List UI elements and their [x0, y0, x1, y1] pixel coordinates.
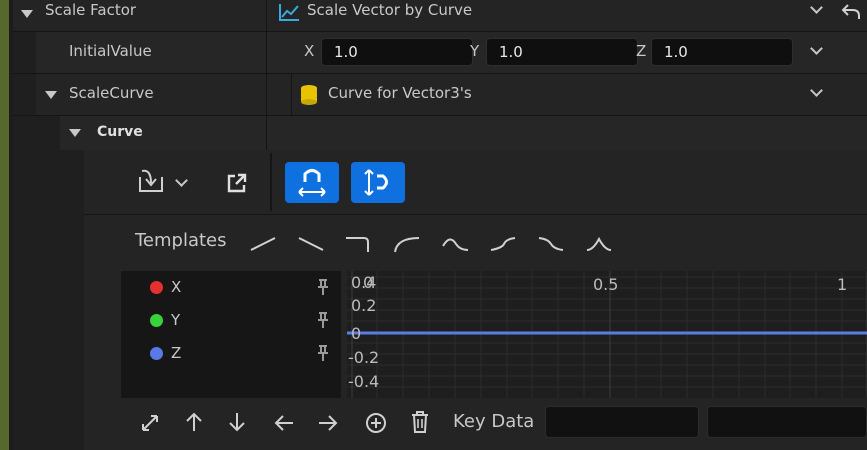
y-value-field[interactable]: 1.0: [486, 38, 638, 66]
expand-triangle-icon[interactable]: [45, 91, 57, 99]
bell-icon[interactable]: [584, 232, 614, 254]
channel-x-label[interactable]: X: [171, 278, 181, 296]
category-accent-strip: [0, 0, 9, 450]
pin-icon[interactable]: [316, 278, 330, 296]
y-tick-neg-0-4: -0.4: [348, 372, 380, 391]
y-tick-0: 0: [351, 324, 362, 343]
snap-magnet-vertical-icon: [364, 169, 388, 196]
chevron-down-icon[interactable]: [810, 1, 823, 14]
snap-vertical-button[interactable]: [351, 162, 405, 203]
scale-curve-label: ScaleCurve: [69, 84, 154, 102]
x-axis-label: X: [304, 42, 315, 60]
linear-up-icon[interactable]: [248, 232, 278, 254]
fit-view-icon[interactable]: [139, 410, 161, 434]
expand-triangle-icon[interactable]: [69, 129, 81, 137]
arrow-left-icon[interactable]: [273, 410, 295, 434]
ease-out-icon[interactable]: [440, 232, 470, 254]
arrow-up-icon[interactable]: [183, 410, 205, 434]
expand-triangle-icon[interactable]: [21, 10, 33, 18]
pin-icon[interactable]: [316, 311, 330, 329]
arrow-right-icon[interactable]: [317, 410, 339, 434]
reset-arrow-icon[interactable]: [841, 2, 861, 20]
scale-factor-label: Scale Factor: [45, 1, 137, 19]
y-tick-neg-0-2: -0.2: [348, 348, 380, 367]
z-channel-dot: [150, 347, 163, 360]
initial-value-row: InitialValue X 1.0 Y 1.0 Z 1.0: [13, 32, 867, 73]
templates-label: Templates: [135, 230, 227, 251]
curve-asset-icon: [299, 84, 319, 106]
s-curve-up-icon[interactable]: [488, 232, 518, 254]
channel-z-label[interactable]: Z: [171, 344, 181, 362]
pin-icon[interactable]: [316, 344, 330, 362]
key-data-label: Key Data: [453, 411, 535, 432]
scale-curve-value[interactable]: Curve for Vector3's: [328, 84, 472, 102]
y-tick-0-4: 0.4: [351, 273, 377, 292]
s-curve-down-icon[interactable]: [536, 232, 566, 254]
delete-icon[interactable]: [409, 410, 431, 434]
key-value-field[interactable]: [707, 406, 867, 438]
curve-graph[interactable]: 0 0.5 1 0.4 0.2 0 -0.2 -0.4: [347, 271, 867, 398]
x-channel-dot: [150, 281, 163, 294]
y-axis-label: Y: [470, 42, 480, 60]
ease-out-step-icon[interactable]: [344, 232, 374, 254]
scale-curve-row: ScaleCurve Curve for Vector3's: [13, 74, 867, 115]
x-value-field[interactable]: 1.0: [321, 38, 473, 66]
import-curve-icon[interactable]: [136, 167, 166, 195]
scale-factor-value[interactable]: Scale Vector by Curve: [307, 1, 472, 19]
z-axis-label: Z: [636, 42, 647, 60]
scale-factor-row: Scale Factor Scale Vector by Curve: [13, 0, 867, 31]
graph-icon: [278, 2, 300, 22]
chevron-down-icon[interactable]: [810, 84, 823, 97]
y-channel-dot: [150, 314, 163, 327]
snap-horizontal-button[interactable]: [285, 162, 339, 203]
open-external-icon[interactable]: [226, 172, 248, 194]
channel-list: X Y Z: [121, 271, 341, 398]
linear-down-icon[interactable]: [296, 232, 326, 254]
add-key-icon[interactable]: [365, 410, 387, 434]
arrow-down-icon[interactable]: [226, 410, 248, 434]
z-value-field[interactable]: 1.0: [651, 38, 793, 66]
curve-row: Curve: [13, 116, 867, 150]
curve-label: Curve: [97, 124, 143, 140]
channel-y-label[interactable]: Y: [171, 311, 180, 329]
ease-in-icon[interactable]: [392, 232, 422, 254]
chevron-down-icon[interactable]: [810, 42, 823, 55]
key-time-field[interactable]: [545, 406, 699, 438]
x-tick-1: 1: [837, 275, 848, 294]
x-tick-0-5: 0.5: [593, 275, 619, 294]
snap-magnet-horizontal-icon: [298, 169, 326, 197]
y-tick-0-2: 0.2: [351, 296, 377, 315]
initial-value-label: InitialValue: [69, 42, 152, 60]
